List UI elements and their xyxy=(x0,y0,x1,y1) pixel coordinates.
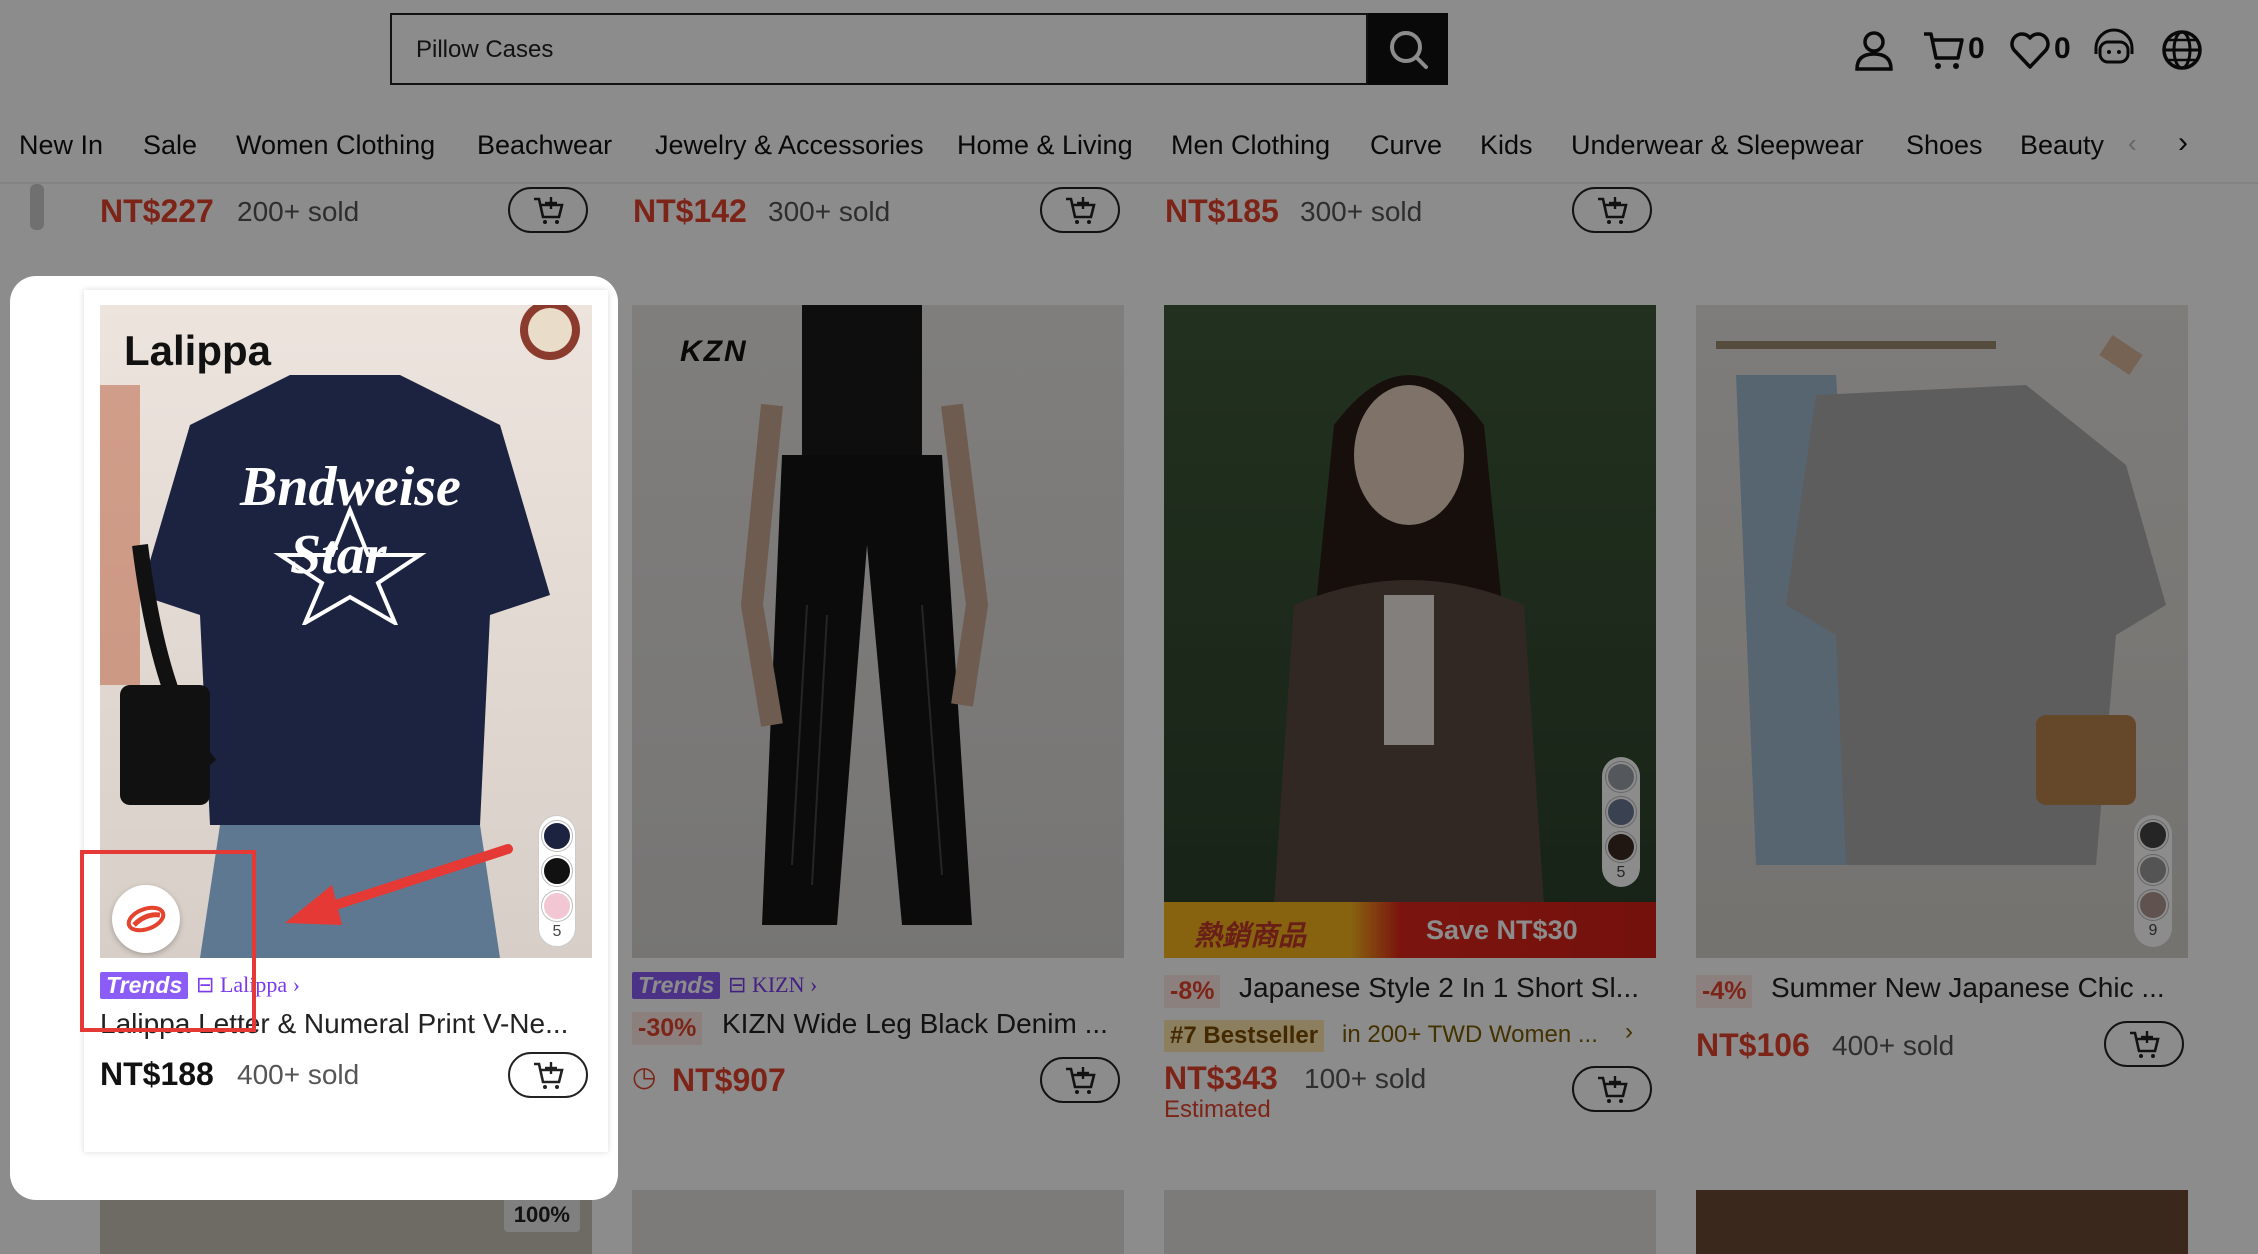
add-to-cart-button[interactable] xyxy=(508,187,588,233)
discount-badge: -8% xyxy=(1164,975,1221,1008)
add-to-cart-button[interactable] xyxy=(1040,1057,1120,1103)
search-button[interactable] xyxy=(1368,13,1448,85)
globe-icon[interactable] xyxy=(2160,28,2204,72)
sold-count: 400+ sold xyxy=(1832,1030,1955,1061)
sold-count: 100+ sold xyxy=(1304,1063,1427,1094)
product-title[interactable]: KIZN Wide Leg Black Denim ... xyxy=(722,1008,1122,1040)
cart-icon xyxy=(1924,32,1964,69)
promo-banner: 熱銷商品 Save NT$30 xyxy=(1164,902,1656,958)
nav-next-icon[interactable]: › xyxy=(2178,126,2188,160)
discount-badge: -30% xyxy=(632,1012,703,1045)
clock-icon: ◷ xyxy=(632,1061,657,1092)
color-swatches[interactable]: 5 xyxy=(538,815,576,947)
add-cart-icon xyxy=(1066,1067,1096,1094)
brand-name: KIZN xyxy=(751,972,805,997)
product-image[interactable] xyxy=(1164,1190,1656,1254)
add-to-cart-button[interactable] xyxy=(1572,187,1652,233)
banner-hot-label: 熱銷商品 xyxy=(1194,920,1307,951)
nav-men-clothing[interactable]: Men Clothing xyxy=(1171,130,1330,161)
color-swatches[interactable]: 9 xyxy=(2134,815,2172,947)
product-price: NT$907 xyxy=(672,1062,786,1098)
nav-prev-icon[interactable]: ‹ xyxy=(2128,128,2137,159)
swatch-count: 9 xyxy=(2148,922,2158,939)
cart-count: 0 xyxy=(1968,32,1985,65)
search-box[interactable] xyxy=(390,13,1368,85)
nav-sale[interactable]: Sale xyxy=(143,130,197,161)
swatch-black[interactable] xyxy=(542,856,572,886)
nav-women-clothing[interactable]: Women Clothing xyxy=(236,130,435,161)
support-icon[interactable] xyxy=(2092,28,2136,72)
add-cart-icon xyxy=(1066,197,1096,224)
nav-jewelry[interactable]: Jewelry & Accessories xyxy=(655,130,924,161)
add-to-cart-button[interactable] xyxy=(508,1052,588,1098)
trends-badge: Trends xyxy=(632,972,721,999)
swatch-pink[interactable] xyxy=(542,891,572,921)
brand-watermark: Lalippa xyxy=(124,327,272,374)
percent-badge: 100% xyxy=(503,1198,580,1232)
annotation-arrow xyxy=(285,844,513,925)
nav-curve[interactable]: Curve xyxy=(1370,130,1442,161)
banner-save-label: Save NT$30 xyxy=(1426,915,1578,945)
nav-beauty[interactable]: Beauty xyxy=(2020,130,2104,161)
product-image[interactable]: 5 熱銷商品 Save NT$30 xyxy=(1164,305,1656,958)
product-price: NT$343 xyxy=(1164,1060,1278,1096)
add-cart-icon xyxy=(2130,1031,2160,1058)
product-image[interactable] xyxy=(1696,1190,2188,1254)
add-cart-icon xyxy=(534,1062,564,1089)
nav-divider xyxy=(0,182,2258,184)
product-price: NT$142 xyxy=(633,193,747,229)
swatch-navy[interactable] xyxy=(542,821,572,851)
wishlist-link[interactable]: 0 xyxy=(2008,28,2088,72)
heart-icon xyxy=(2010,32,2050,69)
nav-underwear[interactable]: Underwear & Sleepwear xyxy=(1571,130,1864,161)
cart-link[interactable]: 0 xyxy=(1922,28,2002,72)
product-price: NT$185 xyxy=(1165,193,1279,229)
chevron-right-icon: › xyxy=(1625,1018,1633,1045)
product-image[interactable] xyxy=(632,1190,1124,1254)
star-graphic xyxy=(273,505,427,625)
scrollbar-thumb[interactable] xyxy=(30,184,44,230)
add-to-cart-button[interactable] xyxy=(1040,187,1120,233)
bestseller-badge: #7 Bestseller xyxy=(1164,1020,1325,1052)
swatch-count: 5 xyxy=(552,923,562,940)
product-figure xyxy=(1716,335,2166,865)
sold-count: 300+ sold xyxy=(768,196,891,227)
nav-home-living[interactable]: Home & Living xyxy=(957,130,1133,161)
estimated-label: Estimated xyxy=(1164,1096,1271,1123)
bestseller-category[interactable]: in 200+ TWD Women ... xyxy=(1342,1021,1598,1049)
sold-count: 200+ sold xyxy=(237,196,360,227)
sold-count: 300+ sold xyxy=(1300,196,1423,227)
add-to-cart-button[interactable] xyxy=(2104,1021,2184,1067)
discount-badge: -4% xyxy=(1696,975,1753,1008)
search-input[interactable] xyxy=(414,29,1318,71)
add-cart-icon xyxy=(1598,197,1628,224)
account-icon[interactable] xyxy=(1852,28,1896,72)
annotation-box xyxy=(80,850,256,1032)
search-icon xyxy=(1390,31,1428,69)
add-cart-icon xyxy=(534,197,564,224)
model-figure xyxy=(1274,375,1544,905)
nav-kids[interactable]: Kids xyxy=(1480,130,1533,161)
category-nav: New In Sale Women Clothing Beachwear Jew… xyxy=(0,120,2258,180)
product-price: NT$106 xyxy=(1696,1027,1810,1063)
product-image[interactable]: 9 xyxy=(1696,305,2188,958)
nav-beachwear[interactable]: Beachwear xyxy=(477,130,612,161)
nav-fade xyxy=(2100,120,2180,180)
swatch-count: 5 xyxy=(1616,864,1626,881)
product-price: NT$227 xyxy=(100,193,214,229)
add-cart-icon xyxy=(1598,1076,1628,1103)
model-figure xyxy=(740,305,989,925)
product-image[interactable]: KZN xyxy=(632,305,1124,958)
wishlist-count: 0 xyxy=(2054,32,2071,65)
nav-shoes[interactable]: Shoes xyxy=(1906,130,1983,161)
brand-store-link[interactable]: ⊟ KIZN › xyxy=(728,972,817,998)
product-title[interactable]: Japanese Style 2 In 1 Short Sl... xyxy=(1239,972,1659,1004)
product-price: NT$188 xyxy=(100,1056,214,1092)
product-title[interactable]: Summer New Japanese Chic ... xyxy=(1771,972,2191,1004)
add-to-cart-button[interactable] xyxy=(1572,1066,1652,1112)
sold-count: 400+ sold xyxy=(237,1059,360,1090)
color-swatches[interactable]: 5 xyxy=(1602,757,1640,887)
nav-new-in[interactable]: New In xyxy=(19,130,103,161)
